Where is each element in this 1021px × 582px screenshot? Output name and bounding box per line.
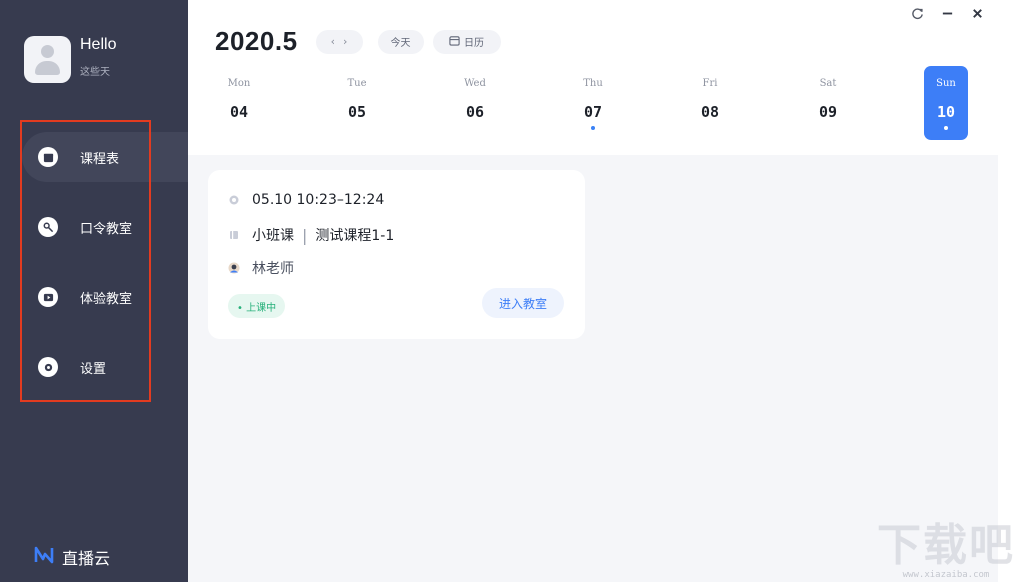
day-cell-thu[interactable]: Thu 07	[571, 66, 615, 140]
day-name: Sat	[819, 78, 837, 89]
calendar-button-label: 日历	[464, 38, 485, 49]
course-time-row: 05.10 10:23–12:24	[228, 192, 384, 208]
day-number: 09	[818, 103, 838, 121]
day-number: 04	[229, 103, 249, 121]
calendar-small-icon	[449, 35, 460, 49]
day-name: Tue	[347, 78, 367, 89]
day-number: 05	[347, 103, 367, 121]
minimize-icon[interactable]	[939, 5, 955, 21]
day-name: Fri	[702, 78, 718, 89]
teacher-name: 林老师	[252, 261, 294, 277]
day-name: Thu	[583, 78, 603, 89]
sidebar-item-label: 课程表	[80, 151, 120, 167]
sidebar-item-label: 口令教室	[80, 221, 133, 237]
day-number: 08	[700, 103, 720, 121]
course-title: 测试课程1-1	[315, 228, 395, 244]
day-cell-tue[interactable]: Tue 05	[335, 66, 379, 140]
book-icon	[228, 229, 240, 241]
sidebar: Hello 这些天 课程表 口令教室 体验教室 设置 直播云	[0, 0, 188, 582]
brand-name: 直播云	[62, 549, 111, 568]
day-number: 07	[583, 103, 603, 121]
enter-classroom-button[interactable]: 进入教室	[482, 288, 564, 318]
gear-icon	[38, 357, 58, 377]
has-course-dot	[591, 126, 595, 130]
prev-week-button[interactable]: ‹	[331, 35, 335, 48]
course-teacher-row: 林老师	[228, 258, 294, 278]
calendar-toolbar: 2020.5 ‹ › 今天 日历	[215, 26, 501, 57]
main-panel: 2020.5 ‹ › 今天 日历 Mon 04 Tue 05 Wed 06 Th…	[188, 0, 1021, 582]
sidebar-item-label: 体验教室	[80, 291, 133, 307]
today-button[interactable]: 今天	[377, 29, 424, 54]
calendar-button[interactable]: 日历	[432, 29, 501, 54]
day-name: Wed	[464, 78, 486, 89]
current-month: 2020.5	[215, 26, 298, 56]
has-course-dot	[944, 126, 948, 130]
refresh-icon[interactable]	[909, 5, 925, 21]
course-list-area: 05.10 10:23–12:24 小班课 | 测试课程1-1 林老师 • 上课…	[188, 155, 998, 582]
window-controls	[909, 5, 985, 21]
day-cell-fri[interactable]: Fri 08	[688, 66, 732, 140]
week-nav: ‹ ›	[315, 29, 363, 54]
day-name: Sun	[936, 78, 956, 89]
watermark-logo: 下载吧 www.xiazaiba.com	[877, 520, 1015, 581]
user-name: Hello	[80, 36, 117, 53]
course-card[interactable]: 05.10 10:23–12:24 小班课 | 测试课程1-1 林老师 • 上课…	[208, 170, 585, 339]
day-number: 10	[936, 103, 956, 121]
close-icon[interactable]	[969, 5, 985, 21]
day-cell-wed[interactable]: Wed 06	[453, 66, 497, 140]
week-strip: Mon 04 Tue 05 Wed 06 Thu 07 Fri 08 Sat 0…	[188, 66, 1021, 146]
clock-icon	[228, 194, 240, 206]
brand: 直播云	[34, 545, 110, 569]
course-time: 05.10 10:23–12:24	[252, 192, 385, 208]
status-badge: • 上课中	[228, 294, 286, 318]
day-number: 06	[465, 103, 485, 121]
watermark-text: 下载吧	[877, 520, 1015, 571]
user-profile[interactable]: Hello 这些天	[24, 36, 116, 83]
brand-logo-icon	[34, 545, 54, 569]
next-week-button[interactable]: ›	[343, 35, 347, 48]
day-cell-sun[interactable]: Sun 10	[924, 66, 968, 140]
calendar-icon	[38, 147, 58, 167]
key-icon	[38, 217, 58, 237]
sidebar-item-label: 设置	[80, 361, 107, 377]
watermark-url: www.xiazaiba.com	[902, 570, 990, 580]
teacher-avatar-icon	[228, 262, 240, 274]
user-subtitle: 这些天	[80, 67, 110, 78]
separator: |	[302, 225, 308, 245]
day-name: Mon	[227, 78, 251, 89]
play-icon	[38, 287, 58, 307]
avatar[interactable]	[24, 36, 71, 83]
day-cell-mon[interactable]: Mon 04	[217, 66, 261, 140]
course-title-row: 小班课 | 测试课程1-1	[228, 225, 394, 245]
day-cell-sat[interactable]: Sat 09	[806, 66, 850, 140]
course-type: 小班课	[252, 228, 294, 244]
